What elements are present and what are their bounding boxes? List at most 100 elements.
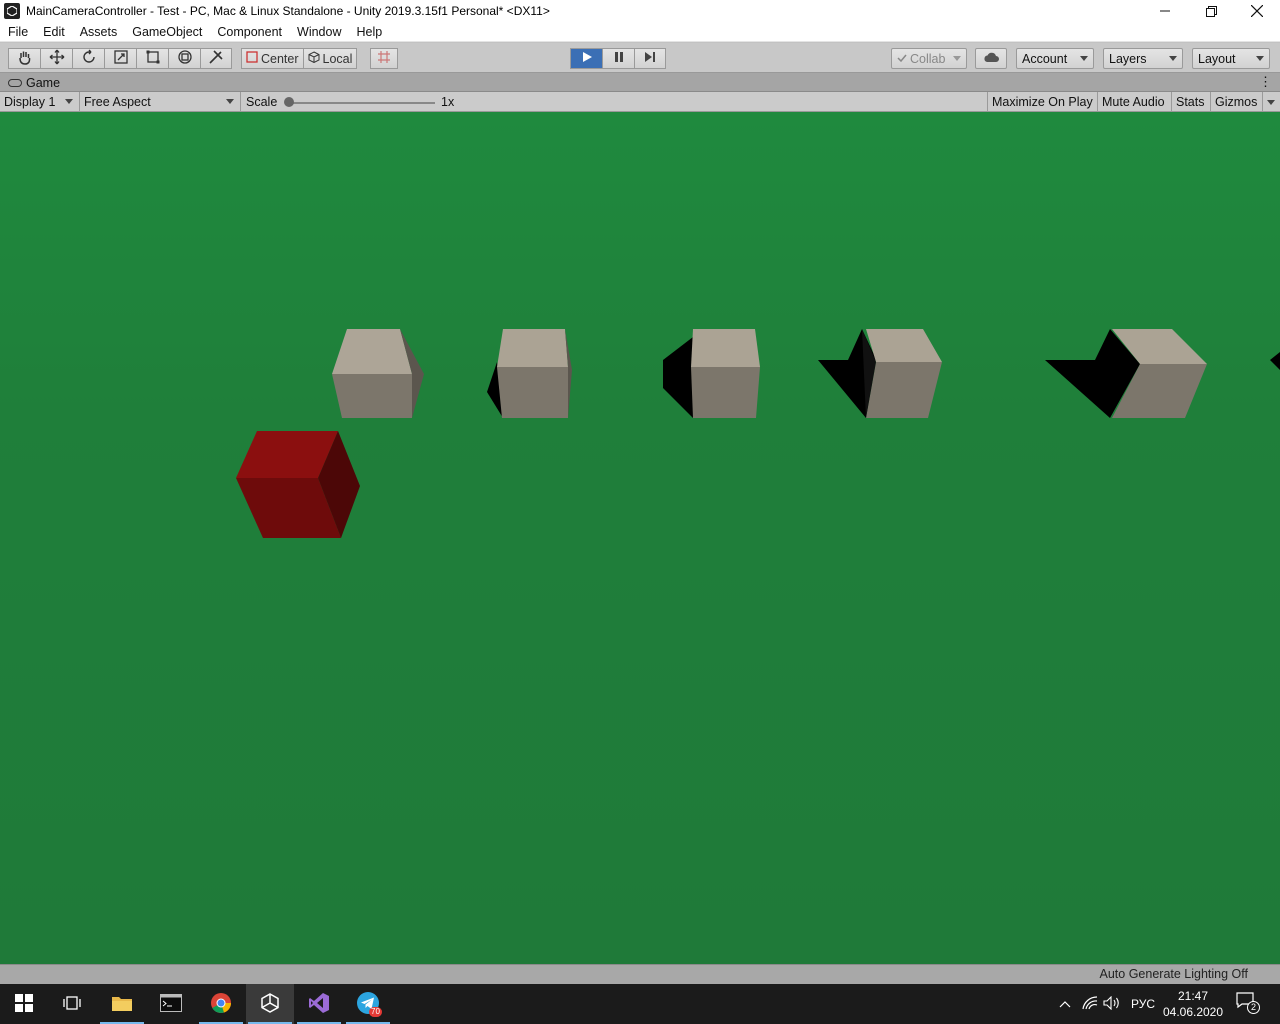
menu-window[interactable]: Window xyxy=(289,25,348,39)
account-dropdown[interactable]: Account xyxy=(1016,48,1094,69)
menu-bar: File Edit Assets GameObject Component Wi… xyxy=(0,22,1280,42)
chevron-down-icon xyxy=(65,99,73,104)
taskbar-chrome[interactable] xyxy=(197,984,245,1024)
folder-icon xyxy=(111,994,133,1015)
scene-cube-3 xyxy=(663,329,760,418)
layers-dropdown[interactable]: Layers xyxy=(1103,48,1183,69)
pause-button[interactable] xyxy=(602,48,634,69)
speaker-icon xyxy=(1103,995,1121,1013)
check-icon xyxy=(897,52,907,66)
play-controls xyxy=(570,48,666,69)
windows-taskbar: 70 РУС 21:47 04.06.2020 2 xyxy=(0,984,1280,1024)
volume-button[interactable] xyxy=(1102,984,1122,1024)
transform-tool-button[interactable] xyxy=(168,48,200,69)
display-label: Display 1 xyxy=(4,95,56,109)
panel-tab-bar: Game ⋮ xyxy=(0,73,1280,92)
pivot-icon xyxy=(246,51,258,66)
space-label: Local xyxy=(322,51,353,66)
gizmos-toggle[interactable]: Gizmos xyxy=(1210,92,1262,112)
minimize-button[interactable] xyxy=(1142,0,1188,22)
window-title: MainCameraController - Test - PC, Mac & … xyxy=(26,4,550,18)
aspect-dropdown[interactable]: Free Aspect xyxy=(80,92,241,112)
step-icon xyxy=(644,51,656,66)
windows-start-icon xyxy=(15,993,33,1015)
move-tool-button[interactable] xyxy=(40,48,72,69)
telegram-badge: 70 xyxy=(369,1007,382,1017)
taskbar-visual-studio[interactable] xyxy=(295,984,343,1024)
menu-assets[interactable]: Assets xyxy=(72,25,125,39)
scale-icon xyxy=(113,49,129,68)
game-view-toolbar: Display 1 Free Aspect Scale 1x Maximize … xyxy=(0,92,1280,112)
menu-edit[interactable]: Edit xyxy=(35,25,72,39)
panel-menu-icon[interactable]: ⋮ xyxy=(1259,75,1272,89)
transform-icon xyxy=(177,49,193,68)
scene-cube-5 xyxy=(1045,329,1207,418)
main-toolbar: Center Local Collab Account Layers Layou… xyxy=(0,43,1280,73)
chevron-down-icon xyxy=(1169,56,1177,61)
step-button[interactable] xyxy=(634,48,666,69)
network-button[interactable] xyxy=(1080,984,1100,1024)
start-button[interactable] xyxy=(0,984,48,1024)
scale-slider-track[interactable] xyxy=(287,102,435,104)
pivot-local-toggle[interactable]: Local xyxy=(302,48,358,69)
taskbar-unity[interactable] xyxy=(246,984,294,1024)
hand-tool-button[interactable] xyxy=(8,48,40,69)
taskbar-telegram[interactable]: 70 xyxy=(344,984,392,1024)
pivot-controls: Center Local xyxy=(241,48,358,69)
scene-shadow-edge xyxy=(1270,352,1280,370)
maximize-on-play-toggle[interactable]: Maximize On Play xyxy=(987,92,1097,112)
chevron-down-icon xyxy=(1256,56,1264,61)
scale-slider-handle[interactable] xyxy=(284,97,294,107)
restore-button[interactable] xyxy=(1188,0,1234,22)
cloud-button[interactable] xyxy=(975,48,1007,69)
display-dropdown[interactable]: Display 1 xyxy=(0,92,80,112)
menu-help[interactable]: Help xyxy=(348,25,389,39)
taskbar-terminal[interactable] xyxy=(147,984,195,1024)
custom-tool-button[interactable] xyxy=(200,48,232,69)
chevron-down-icon xyxy=(1267,99,1275,105)
collab-dropdown[interactable]: Collab xyxy=(891,48,967,69)
mute-audio-toggle[interactable]: Mute Audio xyxy=(1097,92,1169,112)
pause-icon xyxy=(613,51,625,66)
menu-gameobject[interactable]: GameObject xyxy=(124,25,209,39)
play-icon xyxy=(581,51,593,66)
cube-icon xyxy=(308,51,320,66)
rect-tool-button[interactable] xyxy=(136,48,168,69)
action-center-button[interactable]: 2 xyxy=(1236,992,1260,1016)
rotate-tool-button[interactable] xyxy=(72,48,104,69)
unity-app-icon xyxy=(4,3,20,19)
menu-component[interactable]: Component xyxy=(209,25,289,39)
grid-snap-group xyxy=(370,48,398,69)
collab-label: Collab xyxy=(910,51,946,66)
gizmos-dropdown[interactable] xyxy=(1262,92,1280,112)
hand-icon xyxy=(17,49,33,68)
scale-tool-button[interactable] xyxy=(104,48,136,69)
play-button[interactable] xyxy=(570,48,602,69)
clock-time: 21:47 xyxy=(1177,989,1209,1003)
stats-toggle[interactable]: Stats xyxy=(1171,92,1209,112)
chevron-down-icon xyxy=(1080,56,1088,61)
pivot-center-toggle[interactable]: Center xyxy=(241,48,303,69)
tab-game[interactable]: Game xyxy=(2,74,66,92)
menu-file[interactable]: File xyxy=(0,25,35,39)
transform-tools xyxy=(8,48,232,69)
wifi-icon xyxy=(1082,995,1098,1013)
tray-overflow-button[interactable] xyxy=(1056,984,1074,1024)
close-button[interactable] xyxy=(1234,0,1280,22)
taskbar-clock[interactable]: 21:47 04.06.2020 xyxy=(1158,988,1228,1020)
language-indicator[interactable]: РУС xyxy=(1128,984,1158,1024)
chevron-up-icon xyxy=(1059,997,1071,1011)
move-icon xyxy=(49,49,65,68)
taskbar-file-explorer[interactable] xyxy=(98,984,146,1024)
clock-date: 04.06.2020 xyxy=(1162,1005,1224,1019)
player-cube xyxy=(236,431,360,538)
rect-icon xyxy=(145,49,161,68)
layout-dropdown[interactable]: Layout xyxy=(1192,48,1270,69)
gamepad-icon xyxy=(8,79,22,87)
terminal-icon xyxy=(160,993,182,1015)
unity-icon xyxy=(260,992,280,1016)
layout-label: Layout xyxy=(1198,51,1236,66)
game-viewport[interactable] xyxy=(0,112,1280,964)
task-view-button[interactable] xyxy=(48,984,96,1024)
grid-snap-button[interactable] xyxy=(370,48,398,69)
